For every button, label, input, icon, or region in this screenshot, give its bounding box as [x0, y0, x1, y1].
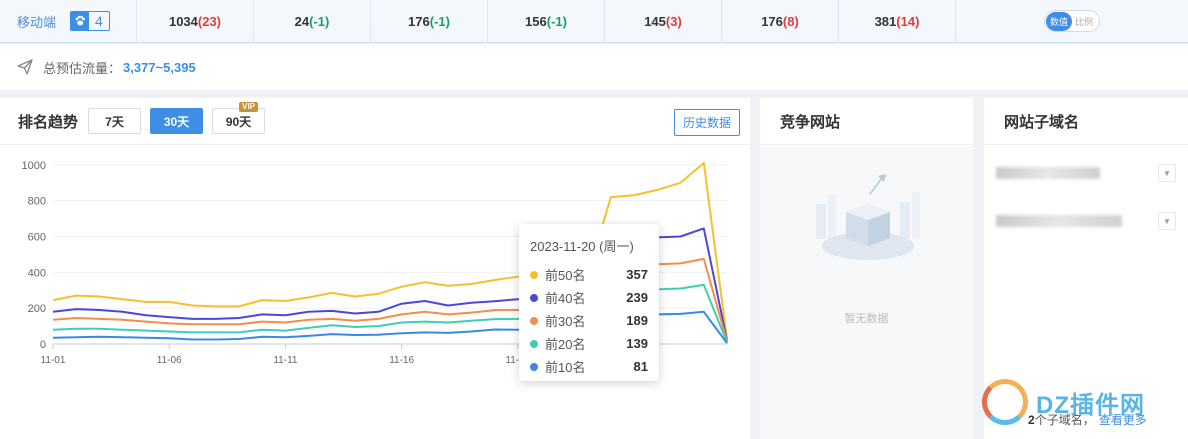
period-90d-label: 90天: [225, 114, 252, 129]
y-tick-label: 400: [28, 267, 46, 279]
tooltip-series-value: 189: [626, 313, 648, 328]
dz-logo-icon: [982, 379, 1028, 425]
stat-cell[interactable]: 176 (-1): [371, 0, 488, 43]
stat-delta: (-1): [309, 13, 330, 29]
tooltip-series-value: 357: [626, 267, 648, 282]
vip-badge: VIP: [239, 102, 259, 112]
tooltip-row: 前40名 239: [530, 286, 648, 309]
stat-value: 176: [408, 13, 430, 29]
period-30d-button[interactable]: 30天: [150, 108, 204, 134]
tooltip-series-value: 139: [626, 336, 648, 351]
baidu-paw-icon: [71, 12, 90, 30]
tooltip-series-name: 前30名: [545, 314, 586, 329]
traffic-label: 总预估流量：: [43, 60, 122, 76]
stat-value: 24: [294, 13, 310, 29]
series-dot-icon: [530, 362, 538, 371]
stat-delta: (14): [896, 13, 920, 29]
stat-value: 381: [874, 13, 897, 29]
tooltip-date: 2023-11-20 (周一): [530, 239, 634, 254]
subdomain-blurred-name: [996, 215, 1122, 227]
ranking-trend-title: 排名趋势: [18, 113, 79, 131]
stat-delta: (-1): [546, 13, 567, 29]
tooltip-row: 前10名 81: [530, 355, 648, 378]
traffic-estimate: 总预估流量： 3,377~5,395: [0, 44, 1188, 90]
tooltip-series-name: 前40名: [545, 291, 586, 306]
toggle-ratio-option[interactable]: 比例: [1072, 15, 1096, 28]
stat-delta: (23): [197, 13, 222, 29]
baidu-weight-badge[interactable]: 4: [70, 11, 110, 31]
subdomains-header: 网站子域名: [984, 98, 1188, 145]
stat-value: 145: [644, 13, 666, 29]
y-tick-label: 800: [28, 196, 46, 208]
tooltip-series-name: 前50名: [545, 268, 586, 283]
tooltip-series-name: 前20名: [545, 337, 586, 352]
traffic-value: 3,377~5,395: [123, 59, 196, 75]
value-ratio-toggle-wrap: 数值 比例: [956, 10, 1188, 32]
stat-value: 1034: [168, 13, 198, 29]
tooltip-series-name: 前10名: [545, 360, 586, 375]
competitor-sites-title: 竞争网站: [780, 113, 841, 131]
device-label: 移动端: [17, 14, 57, 30]
stat-cell[interactable]: 24 (-1): [254, 0, 371, 43]
history-data-button[interactable]: 历史数据: [673, 109, 740, 136]
stat-cell[interactable]: 145 (3): [605, 0, 722, 43]
y-tick-label: 600: [28, 232, 46, 244]
y-tick-label: 200: [28, 303, 46, 315]
y-tick-label: 1000: [22, 160, 46, 172]
stats-row: 移动端 4 1034 (23) 24 (-1) 176 (-1) 156 (-1) 145 (3)…: [0, 0, 1188, 43]
subdomain-row[interactable]: ▼: [996, 210, 1176, 232]
paper-plane-icon: [17, 59, 33, 75]
competitor-sites-body: 暂无数据: [760, 146, 973, 439]
subdomain-row[interactable]: ▼: [996, 162, 1176, 184]
x-tick-label: 11-16: [389, 355, 414, 366]
x-tick-label: 11-01: [41, 355, 66, 366]
tooltip-row: 前30名 189: [530, 309, 648, 332]
tooltip-series-value: 81: [633, 359, 648, 374]
stat-delta: (3): [665, 13, 682, 29]
series-dot-icon: [530, 293, 538, 302]
watermark-text: DZ插件网: [1036, 391, 1145, 419]
chevron-down-icon[interactable]: ▼: [1158, 212, 1176, 230]
empty-data-text: 暂无数据: [844, 313, 889, 325]
stat-cell[interactable]: 381 (14): [839, 0, 956, 43]
x-tick-label: 11-06: [157, 355, 182, 366]
tooltip-row: 前50名 357: [530, 263, 648, 286]
stat-delta: (-1): [429, 13, 450, 29]
stat-cell[interactable]: 156 (-1): [488, 0, 605, 43]
period-7d-button[interactable]: 7天: [88, 108, 142, 134]
series-dot-icon: [530, 339, 538, 348]
device-cell: 移动端 4: [0, 0, 137, 43]
stat-cell[interactable]: 176 (8): [722, 0, 839, 43]
x-tick-label: 11-11: [273, 355, 298, 366]
series-dot-icon: [530, 316, 538, 325]
competitor-sites-panel: 竞争网站 暂无数据: [760, 98, 973, 439]
baidu-weight-value: 4: [95, 13, 103, 29]
value-ratio-toggle[interactable]: 数值 比例: [1044, 10, 1100, 32]
competitor-sites-header: 竞争网站: [760, 98, 973, 145]
empty-box-illustration: [816, 174, 920, 260]
tooltip-row: 前20名 139: [530, 332, 648, 355]
y-tick-label: 0: [40, 339, 46, 351]
dz-plugin-watermark: DZ插件网: [982, 372, 1172, 432]
stat-value: 176: [761, 13, 783, 29]
chevron-down-icon[interactable]: ▼: [1158, 164, 1176, 182]
period-90d-button[interactable]: 90天 VIP: [212, 102, 266, 134]
series-dot-icon: [530, 270, 538, 279]
chart-tooltip: 2023-11-20 (周一) 前50名 357 前40名 239 前30名 189 前20…: [519, 224, 659, 381]
toggle-value-option[interactable]: 数值: [1046, 11, 1073, 31]
tooltip-series-value: 239: [626, 290, 648, 305]
stat-cell[interactable]: 1034 (23): [137, 0, 254, 43]
subdomains-title: 网站子域名: [1004, 113, 1080, 131]
subdomain-blurred-name: [996, 167, 1100, 179]
stat-delta: (8): [782, 13, 799, 29]
stat-value: 156: [525, 13, 547, 29]
ranking-trend-header: 排名趋势 7天 30天 90天 VIP 历史数据: [0, 98, 750, 145]
